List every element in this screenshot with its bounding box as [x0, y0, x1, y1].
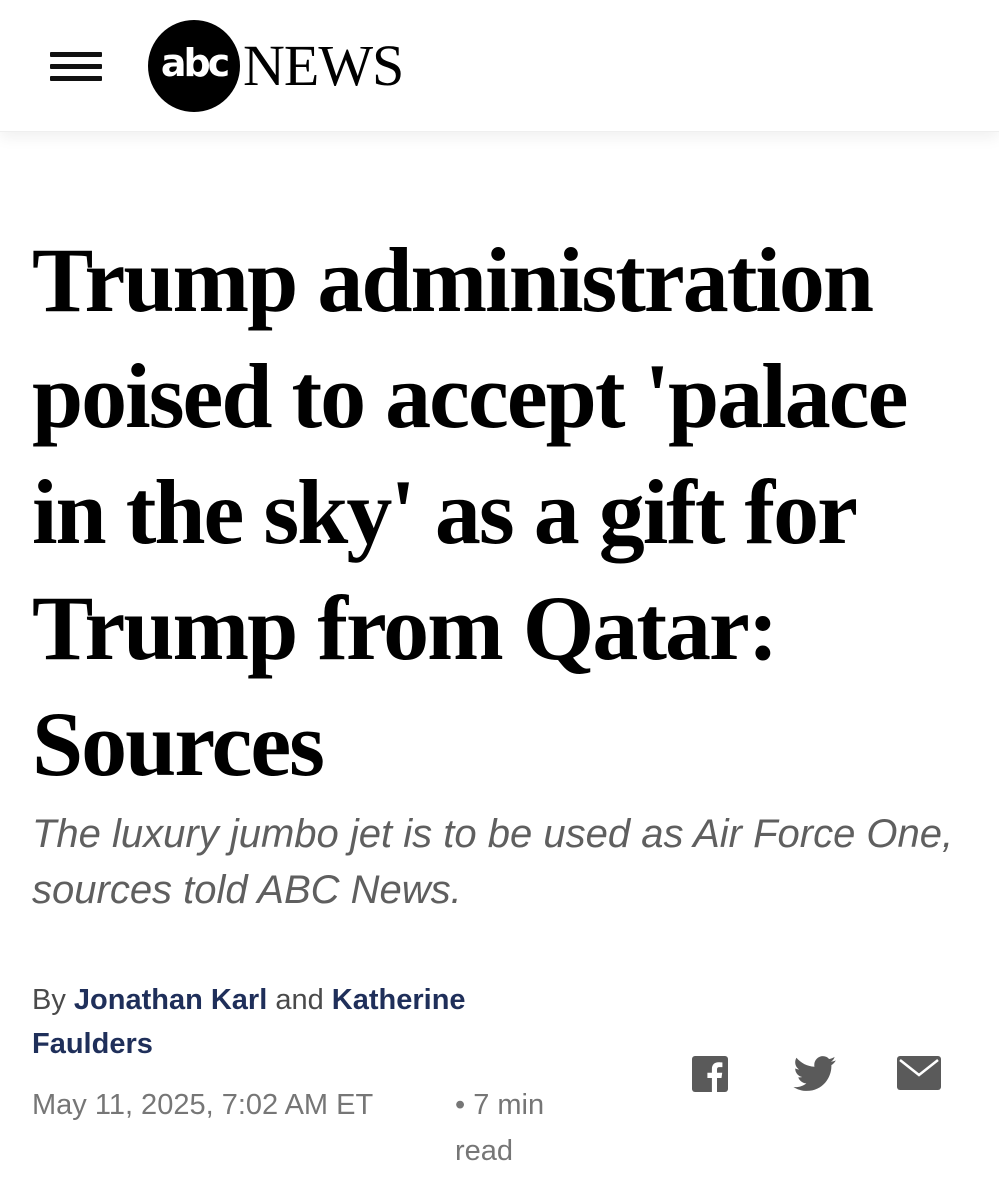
publish-date: May 11, 2025, 7:02 AM ET [32, 1089, 374, 1121]
byline-prefix: By [32, 984, 66, 1016]
menu-bar [50, 76, 102, 81]
read-time: • 7 min read [455, 1089, 545, 1167]
menu-bar [50, 52, 102, 57]
byline-conjunction: and [275, 984, 324, 1016]
article-headline: Trump administration poised to accept 'p… [32, 229, 908, 795]
byline: By Jonathan Karl and Katherine Faulders [32, 978, 592, 1066]
author-link-jonathan-karl[interactable]: Jonathan Karl [74, 984, 267, 1016]
email-icon[interactable] [897, 1056, 943, 1100]
hamburger-menu-icon[interactable] [50, 42, 106, 88]
logo-news-text: NEWS [243, 33, 404, 98]
logo-abc-text: abc [160, 41, 230, 85]
menu-bar [50, 64, 102, 69]
facebook-icon[interactable] [692, 1056, 732, 1100]
abc-news-logo[interactable]: abc NEWS [148, 20, 438, 112]
twitter-icon[interactable] [793, 1056, 839, 1100]
site-header: abc NEWS [0, 0, 999, 132]
article-dek: The luxury jumbo jet is to be used as Ai… [32, 812, 954, 912]
